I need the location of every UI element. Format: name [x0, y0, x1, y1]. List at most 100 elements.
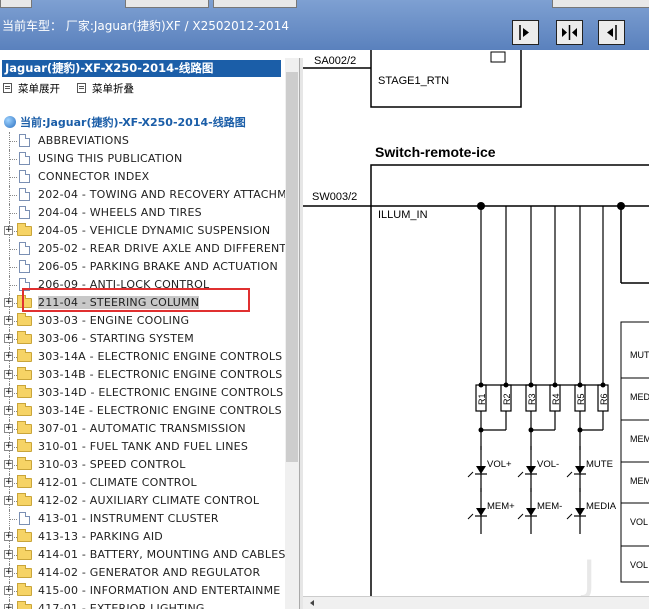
- expand-toggle-icon[interactable]: +: [4, 352, 13, 361]
- tree-item[interactable]: 413-01 - INSTRUMENT CLUSTER: [0, 510, 285, 528]
- tree-list: ABBREVIATIONS USING THIS PUBLICATION CONNE…: [0, 132, 285, 609]
- tree-item[interactable]: ABBREVIATIONS: [0, 132, 285, 150]
- led-icon: [526, 466, 536, 474]
- wiring-diagram[interactable]: SA002/2 STAGE1_RTN Switch-remote-ice SW0…: [303, 50, 649, 596]
- tree-item[interactable]: CONNECTOR INDEX: [0, 168, 285, 186]
- folder-icon: [17, 529, 32, 542]
- expand-toggle-icon[interactable]: +: [4, 604, 13, 609]
- expand-toggle-icon[interactable]: +: [4, 370, 13, 379]
- tree-item[interactable]: 206-05 - PARKING BRAKE AND ACTUATION: [0, 258, 285, 276]
- tree-root-node[interactable]: 当前:Jaguar(捷豹)-XF-X250-2014-线路图: [4, 114, 246, 130]
- expand-toggle-icon[interactable]: +: [4, 424, 13, 433]
- tree-item[interactable]: +307-01 - AUTOMATIC TRANSMISSION: [0, 420, 285, 438]
- scrollbar-thumb[interactable]: [286, 72, 298, 462]
- dock-right-button[interactable]: [512, 20, 539, 45]
- tree-item[interactable]: USING THIS PUBLICATION: [0, 150, 285, 168]
- led-icon: [575, 466, 585, 474]
- expand-toggle-icon[interactable]: +: [4, 568, 13, 577]
- tree-item-label: 303-14B - ELECTRONIC ENGINE CONTROLS: [38, 368, 283, 381]
- expand-toggle-icon[interactable]: +: [4, 550, 13, 559]
- folder-icon: [17, 583, 32, 596]
- tree-item-label: 202-04 - TOWING AND RECOVERY ATTACHM: [38, 188, 285, 201]
- expand-toggle-icon[interactable]: +: [4, 586, 13, 595]
- tree-item[interactable]: 202-04 - TOWING AND RECOVERY ATTACHM: [0, 186, 285, 204]
- scroll-left-icon[interactable]: [307, 598, 317, 608]
- folder-icon: [17, 349, 32, 362]
- resistor-label: R4: [551, 393, 561, 405]
- expand-toggle-icon[interactable]: +: [4, 406, 13, 415]
- tree-item-label: 204-04 - WHEELS AND TIRES: [38, 206, 202, 219]
- expand-toggle-icon[interactable]: +: [4, 334, 13, 343]
- folder-icon: [17, 601, 32, 609]
- list-icon: [77, 83, 86, 93]
- current-vehicle-label: 当前车型： 厂家:Jaguar(捷豹)XF / X2502012-2014: [2, 19, 289, 33]
- led-label: VOL+: [487, 459, 512, 470]
- tree-vertical-scrollbar[interactable]: [285, 58, 299, 609]
- collapse-menu-label: 菜单折叠: [92, 83, 134, 95]
- dock-left-button[interactable]: [598, 20, 625, 45]
- tree-item[interactable]: +412-01 - CLIMATE CONTROL: [0, 474, 285, 492]
- led-icon: [575, 508, 585, 516]
- resistor-label: R3: [527, 393, 537, 405]
- toolbar-button-stub[interactable]: [125, 0, 209, 8]
- tree-item[interactable]: +415-00 - INFORMATION AND ENTERTAINME: [0, 582, 285, 600]
- tree-item-label: 412-01 - CLIMATE CONTROL: [38, 476, 197, 489]
- globe-icon: [4, 116, 16, 128]
- toolbar-button-stub[interactable]: [0, 0, 32, 8]
- tree-item[interactable]: +303-14A - ELECTRONIC ENGINE CONTROLS: [0, 348, 285, 366]
- expand-toggle-icon[interactable]: +: [4, 460, 13, 469]
- tree-item-label: 415-00 - INFORMATION AND ENTERTAINME: [38, 584, 281, 597]
- tree-item-label: 414-02 - GENERATOR AND REGULATOR: [38, 566, 261, 579]
- expand-toggle-icon[interactable]: +: [4, 226, 13, 235]
- tree-item[interactable]: +412-02 - AUXILIARY CLIMATE CONTROL: [0, 492, 285, 510]
- tree-item-label: 310-03 - SPEED CONTROL: [38, 458, 186, 471]
- tree-item[interactable]: +303-14B - ELECTRONIC ENGINE CONTROLS: [0, 366, 285, 384]
- tree-item[interactable]: +303-06 - STARTING SYSTEM: [0, 330, 285, 348]
- tree-item[interactable]: 205-02 - REAR DRIVE AXLE AND DIFFERENT: [0, 240, 285, 258]
- folder-icon: [17, 223, 32, 236]
- tree-item[interactable]: +303-14D - ELECTRONIC ENGINE CONTROLS: [0, 384, 285, 402]
- folder-icon: [17, 367, 32, 380]
- document-icon: [19, 242, 30, 255]
- tree-item[interactable]: +310-01 - FUEL TANK AND FUEL LINES: [0, 438, 285, 456]
- expand-toggle-icon[interactable]: +: [4, 532, 13, 541]
- expand-toggle-icon[interactable]: +: [4, 496, 13, 505]
- tree-item[interactable]: +310-03 - SPEED CONTROL: [0, 456, 285, 474]
- tree-item-label: 206-05 - PARKING BRAKE AND ACTUATION: [38, 260, 278, 273]
- pin-label: MUTE: [630, 350, 649, 360]
- tree-item[interactable]: +417-01 - EXTERIOR LIGHTING: [0, 600, 285, 609]
- led-label: MUTE: [586, 459, 613, 470]
- tree-item[interactable]: +414-01 - BATTERY, MOUNTING AND CABLES: [0, 546, 285, 564]
- tree-item[interactable]: +303-14E - ELECTRONIC ENGINE CONTROLS: [0, 402, 285, 420]
- document-icon: [19, 260, 30, 273]
- expand-toggle-icon[interactable]: +: [4, 316, 13, 325]
- toolbar-button-stub[interactable]: [552, 0, 649, 8]
- tree-item[interactable]: 204-04 - WHEELS AND TIRES: [0, 204, 285, 222]
- tree-item-label: 413-13 - PARKING AID: [38, 530, 163, 543]
- expand-toggle-icon[interactable]: +: [4, 388, 13, 397]
- toolbar-button-stub[interactable]: [213, 0, 297, 8]
- highlight-annotation: [22, 288, 250, 312]
- tree-root-label: 当前:Jaguar(捷豹)-XF-X250-2014-线路图: [20, 116, 246, 129]
- collapse-menu-control[interactable]: 菜单折叠: [77, 81, 134, 96]
- folder-icon: [17, 331, 32, 344]
- tree-item[interactable]: +413-13 - PARKING AID: [0, 528, 285, 546]
- expand-toggle-icon[interactable]: +: [4, 478, 13, 487]
- led-icon: [526, 508, 536, 516]
- diagram-title: Switch-remote-ice: [375, 144, 496, 160]
- diagram-horizontal-scrollbar[interactable]: [303, 596, 649, 609]
- resistor-label: R6: [599, 393, 609, 405]
- expand-toggle-icon[interactable]: +: [4, 442, 13, 451]
- split-arrows-icon: [562, 25, 577, 40]
- tree-item[interactable]: +414-02 - GENERATOR AND REGULATOR: [0, 564, 285, 582]
- expand-toggle-icon[interactable]: +: [4, 298, 13, 307]
- folder-icon: [17, 457, 32, 470]
- tree-item[interactable]: +204-05 - VEHICLE DYNAMIC SUSPENSION: [0, 222, 285, 240]
- split-view-button[interactable]: [556, 20, 583, 45]
- tree-item[interactable]: +303-03 - ENGINE COOLING: [0, 312, 285, 330]
- document-icon: [19, 512, 30, 525]
- folder-icon: [17, 547, 32, 560]
- led-label: MEM-: [537, 501, 562, 512]
- tree-item-label: 417-01 - EXTERIOR LIGHTING: [38, 602, 205, 609]
- expand-menu-control[interactable]: 菜单展开: [3, 81, 60, 96]
